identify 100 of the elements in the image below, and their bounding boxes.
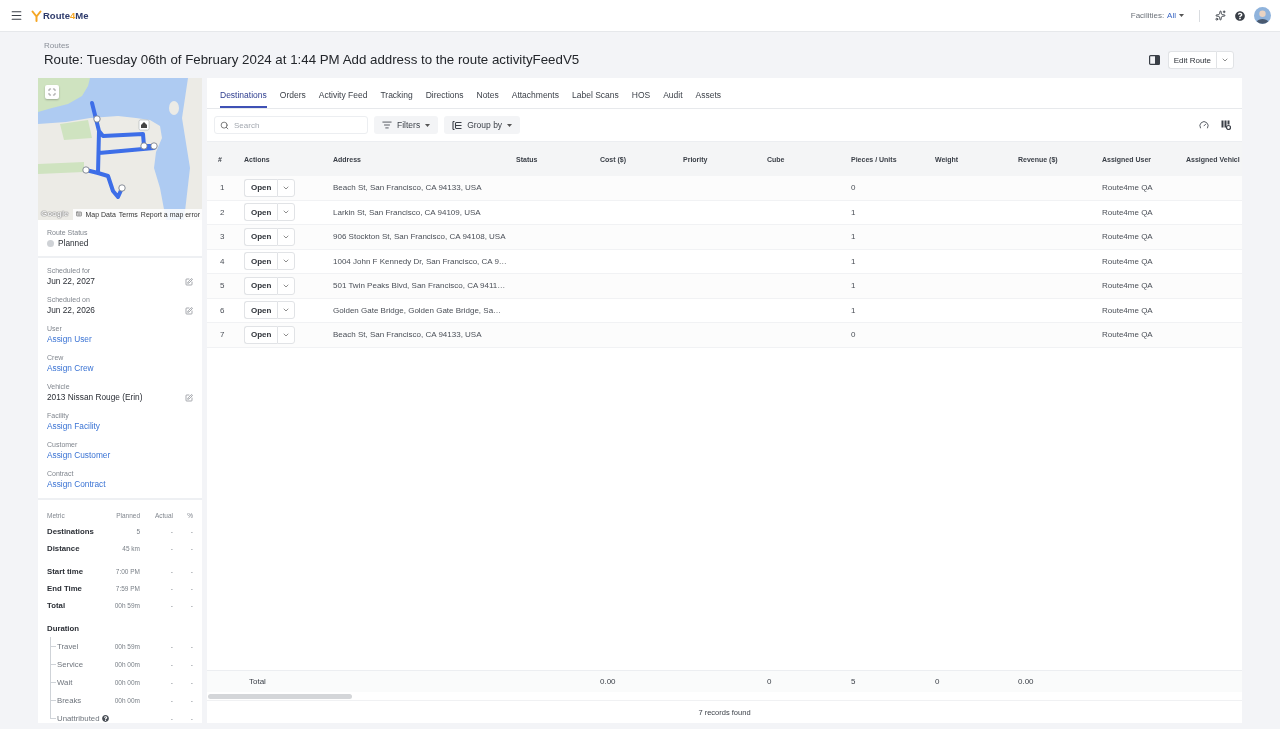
tab[interactable]: Attachments	[511, 78, 559, 108]
help-icon	[1235, 10, 1245, 21]
table-cell: Route4me QA	[1102, 281, 1153, 291]
open-button[interactable]: Open	[244, 325, 278, 344]
gauge-icon	[1199, 120, 1209, 130]
column-settings-icon	[1221, 120, 1231, 130]
open-button[interactable]: Open	[244, 252, 278, 271]
table-row[interactable]: 4 Open 1004 John F Kennedy Dr, San Francisco, CA 9… 1 Route4me QA	[207, 249, 1242, 274]
fullscreen-icon	[48, 88, 56, 96]
column-settings-button[interactable]	[1221, 120, 1231, 130]
stop-marker[interactable]	[82, 166, 90, 174]
help-icon[interactable]	[102, 714, 110, 722]
table-cell: 1	[220, 183, 225, 193]
table-cell: Route4me QA	[1102, 183, 1153, 193]
logo-icon[interactable]	[31, 9, 42, 22]
table-cell: 3	[220, 232, 225, 242]
edit-route-button[interactable]: Edit Route	[1167, 51, 1216, 69]
table-cell: 501 Twin Peaks Blvd, San Francisco, CA 9411…	[333, 281, 506, 291]
open-button[interactable]: Open	[244, 227, 278, 246]
group-list-icon	[452, 120, 463, 130]
table-row[interactable]: 1 Open Beach St, San Francisco, CA 94133, USA 0 Route4me QA	[207, 176, 1242, 201]
tab[interactable]: Audit	[663, 78, 683, 108]
stop-marker[interactable]	[93, 115, 101, 123]
gauge-button[interactable]	[1199, 120, 1209, 130]
fullscreen-button[interactable]	[45, 85, 59, 99]
filters-button[interactable]: Filters	[374, 116, 439, 134]
open-button[interactable]: Open	[244, 301, 278, 320]
table-cell: 906 Stockton St, San Francisco, CA 94108, USA	[333, 232, 506, 242]
table-cell: 7	[220, 330, 225, 340]
tab[interactable]: Orders	[279, 78, 306, 108]
facilities-dropdown[interactable]: Facilities: All	[1130, 11, 1184, 20]
tab[interactable]: Assets	[695, 78, 722, 108]
table-row[interactable]: 7 Open Beach St, San Francisco, CA 94133, USA 0 Route4me QA	[207, 323, 1242, 348]
scrollbar-thumb[interactable]	[208, 693, 352, 699]
map-logo: Google	[41, 209, 69, 219]
table-row[interactable]: 6 Open Golden Gate Bridge, Golden Gate Bridge, Sa… 1 Route4me QA	[207, 298, 1242, 323]
table-cell: 5	[220, 281, 225, 291]
tab[interactable]: Activity Feed	[318, 78, 368, 108]
total-cell: 5	[851, 677, 856, 686]
table-cell: 0	[851, 330, 856, 340]
edit-icon[interactable]	[185, 393, 193, 402]
help-button[interactable]	[1235, 10, 1245, 21]
edit-icon[interactable]	[185, 306, 193, 315]
table-cell: Larkin St, San Francisco, CA 94109, USA	[333, 207, 481, 217]
search-field[interactable]: Search	[214, 116, 368, 134]
chevron-down-icon	[1221, 56, 1229, 64]
open-button[interactable]: Open	[244, 203, 278, 222]
table-cell: 1004 John F Kennedy Dr, San Francisco, CA 9…	[333, 256, 507, 266]
tab[interactable]: Tracking	[380, 78, 413, 108]
filter-icon	[382, 120, 392, 130]
table-cell: 2	[220, 207, 225, 217]
tab[interactable]: Destinations	[220, 78, 267, 108]
search-icon	[220, 120, 229, 130]
logo-text[interactable]: Route4Me	[43, 10, 89, 21]
group-by-button[interactable]: Group by	[444, 116, 521, 134]
total-cell: 0	[767, 677, 772, 686]
tab[interactable]: Label Scans	[571, 78, 619, 108]
page-title: Route: Tuesday 06th of February 2024 at 1:44 PM Add address to the route activityFeedV5	[44, 51, 580, 69]
table-row[interactable]: 5 Open 501 Twin Peaks Blvd, San Francisco, CA 9411… 1 Route4me QA	[207, 274, 1242, 299]
open-button[interactable]: Open	[244, 178, 278, 197]
keyboard-icon[interactable]	[76, 211, 83, 217]
table-cell: 6	[220, 305, 225, 315]
table-cell: 4	[220, 256, 225, 266]
assign-link[interactable]: Assign User	[47, 334, 92, 345]
sparkle-button[interactable]	[1215, 10, 1226, 21]
table-cell: Route4me QA	[1102, 330, 1153, 340]
avatar-icon[interactable]	[1254, 7, 1271, 24]
assign-link[interactable]: Assign Customer	[47, 450, 111, 461]
tab[interactable]: HOS	[631, 78, 651, 108]
table-cell: Beach St, San Francisco, CA 94133, USA	[333, 183, 482, 193]
menu-button[interactable]	[10, 9, 23, 22]
home-marker-icon[interactable]	[138, 119, 150, 131]
table-cell: Beach St, San Francisco, CA 94133, USA	[333, 330, 482, 340]
status-value: Planned	[47, 238, 89, 249]
edit-icon[interactable]	[185, 277, 193, 286]
tab[interactable]: Directions	[425, 78, 464, 108]
tab[interactable]: Notes	[476, 78, 499, 108]
assign-link[interactable]: Assign Facility	[47, 421, 101, 432]
stop-marker[interactable]	[150, 142, 158, 150]
assign-link[interactable]: Assign Crew	[47, 363, 94, 374]
table-cell: 1	[851, 232, 856, 242]
assign-link[interactable]: Assign Contract	[47, 479, 106, 490]
table-cell: 1	[851, 207, 856, 217]
table-row[interactable]: 2 Open Larkin St, San Francisco, CA 94109, USA 1 Route4me QA	[207, 200, 1242, 225]
table-cell: 1	[851, 305, 856, 315]
open-button[interactable]: Open	[244, 276, 278, 295]
field-value: Jun 22, 2027	[47, 276, 95, 287]
menu-icon	[10, 9, 23, 22]
stop-marker[interactable]	[140, 142, 148, 150]
caret-down-icon	[425, 123, 431, 127]
panel-toggle-button[interactable]	[1148, 55, 1160, 65]
total-cell: Total	[249, 677, 266, 686]
table-cell: Route4me QA	[1102, 232, 1153, 242]
table-cell: Route4me QA	[1102, 305, 1153, 315]
panel-icon	[1148, 55, 1160, 65]
table-row[interactable]: 3 Open 906 Stockton St, San Francisco, CA 94108, USA 1 Route4me QA	[207, 225, 1242, 250]
field-value: Jun 22, 2026	[47, 305, 95, 316]
stop-marker[interactable]	[118, 184, 126, 192]
table-cell: Route4me QA	[1102, 207, 1153, 217]
status-dot-icon	[47, 240, 54, 247]
